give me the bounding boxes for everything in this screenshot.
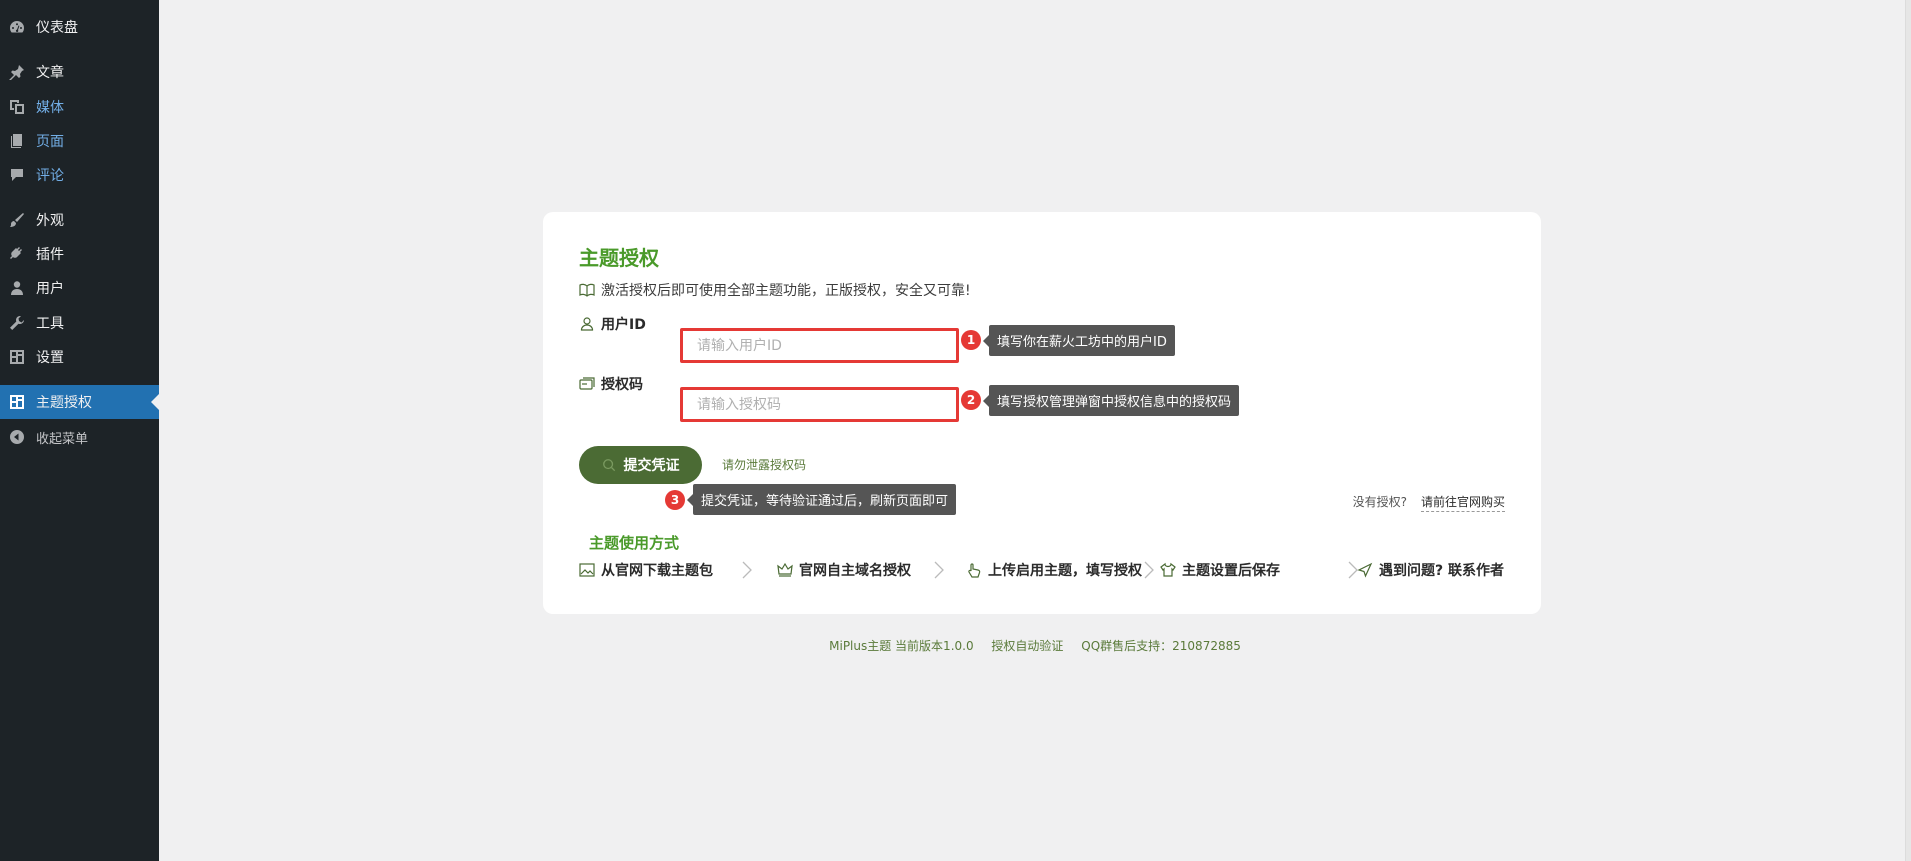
sidebar-item-label: 主题授权 <box>36 395 92 411</box>
footer-verify: 授权自动验证 <box>991 639 1064 653</box>
admin-sidebar: 仪表盘 文章 媒体 页面 评论 外观 插件 用户 工具 设置 主题授权 收起菜单 <box>0 0 159 861</box>
sidebar-item-plugins[interactable]: 插件 <box>0 237 159 271</box>
key-card-icon <box>579 377 595 390</box>
step-domain-auth: 官网自主域名授权 <box>777 558 911 582</box>
media-icon <box>8 98 26 116</box>
auth-code-label-text: 授权码 <box>601 377 643 393</box>
sidebar-item-appearance[interactable]: 外观 <box>0 203 159 237</box>
sidebar-item-theme-auth[interactable]: 主题授权 <box>0 385 159 419</box>
wrench-icon <box>8 314 26 332</box>
user-id-input[interactable] <box>680 328 959 363</box>
sidebar-item-label: 文章 <box>36 65 64 81</box>
sidebar-collapse-menu[interactable]: 收起菜单 <box>0 420 159 454</box>
auth-code-label: 授权码 <box>579 374 643 394</box>
sidebar-item-comments[interactable]: 评论 <box>0 158 159 192</box>
sidebar-item-media[interactable]: 媒体 <box>0 90 159 124</box>
annotation-badge-1: 1 <box>961 330 981 350</box>
sidebar-item-label: 插件 <box>36 247 64 263</box>
sidebar-item-pages[interactable]: 页面 <box>0 124 159 158</box>
scrollbar[interactable] <box>1905 0 1911 861</box>
usage-steps: 从官网下载主题包 官网自主域名授权 上传启用主题，填写授权 主题设置后保存 遇到… <box>579 558 1505 582</box>
sidebar-item-label: 外观 <box>36 213 64 229</box>
annotation-tip-2: 填写授权管理弹窗中授权信息中的授权码 <box>982 385 1240 416</box>
chevron-right-icon <box>742 561 752 579</box>
step-label: 官网自主域名授权 <box>799 563 911 579</box>
step-contact-author[interactable]: 遇到问题? 联系作者 <box>1357 558 1504 582</box>
chevron-right-icon <box>1144 561 1154 579</box>
sidebar-item-label: 设置 <box>36 350 64 366</box>
sidebar-item-label: 页面 <box>36 134 64 150</box>
sidebar-item-label: 工具 <box>36 316 64 332</box>
plugin-icon <box>8 245 26 263</box>
dashboard-icon <box>8 18 26 36</box>
book-icon <box>579 283 595 297</box>
step-label: 主题设置后保存 <box>1182 563 1280 579</box>
step-save-settings: 主题设置后保存 <box>1160 558 1280 582</box>
collapse-icon <box>8 428 26 446</box>
settings-icon <box>8 348 26 366</box>
shirt-icon <box>1160 562 1176 577</box>
annotation-badge-2: 2 <box>961 390 981 410</box>
annotation-tip-3: 提交凭证，等待验证通过后，刷新页面即可 <box>686 484 957 515</box>
sidebar-item-posts[interactable]: 文章 <box>0 55 159 89</box>
theme-auth-icon <box>8 393 26 411</box>
comment-icon <box>8 166 26 184</box>
sidebar-item-users[interactable]: 用户 <box>0 271 159 305</box>
card-subtitle: 激活授权后即可使用全部主题功能，正版授权，安全又可靠! <box>579 280 971 300</box>
sidebar-item-label: 收起菜单 <box>36 431 89 447</box>
usage-title: 主题使用方式 <box>589 534 680 552</box>
image-icon <box>579 563 595 577</box>
theme-auth-card: 主题授权 激活授权后即可使用全部主题功能，正版授权，安全又可靠! 用户ID 1 … <box>543 212 1541 614</box>
brush-icon <box>8 211 26 229</box>
subtitle-text: 激活授权后即可使用全部主题功能，正版授权，安全又可靠! <box>601 283 971 299</box>
page-title: 主题授权 <box>579 246 659 270</box>
step-label: 上传启用主题，填写授权 <box>988 563 1142 579</box>
sidebar-item-label: 媒体 <box>36 100 64 116</box>
step-label: 遇到问题? 联系作者 <box>1379 563 1504 579</box>
user-outline-icon <box>580 317 594 331</box>
annotation-tip-1: 填写你在薪火工坊中的用户ID <box>983 325 1175 356</box>
sidebar-item-tools[interactable]: 工具 <box>0 306 159 340</box>
search-icon <box>602 459 615 472</box>
step-label: 从官网下载主题包 <box>601 563 713 579</box>
sidebar-item-label: 评论 <box>36 168 64 184</box>
sidebar-item-settings[interactable]: 设置 <box>0 340 159 374</box>
send-icon <box>1357 562 1373 578</box>
footer-support: QQ群售后支持：210872885 <box>1081 639 1241 653</box>
footer: MiPlus主题 当前版本1.0.0 授权自动验证 QQ群售后支持：210872… <box>0 637 1911 654</box>
submit-credentials-button[interactable]: 提交凭证 <box>579 446 702 484</box>
buy-link[interactable]: 请前往官网购买 <box>1420 493 1505 512</box>
submit-label: 提交凭证 <box>623 458 680 474</box>
user-id-label: 用户ID <box>579 314 646 334</box>
footer-version: MiPlus主题 当前版本1.0.0 <box>829 639 974 653</box>
chevron-right-icon <box>934 561 944 579</box>
hand-pointer-icon <box>968 563 981 578</box>
sidebar-item-label: 仪表盘 <box>36 20 78 36</box>
sidebar-item-label: 用户 <box>36 281 64 297</box>
page-icon <box>8 132 26 150</box>
step-upload-theme: 上传启用主题，填写授权 <box>966 558 1142 582</box>
warning-text: 请勿泄露授权码 <box>722 458 807 472</box>
no-auth-text: 没有授权? <box>1352 495 1407 509</box>
user-icon <box>8 279 26 297</box>
sidebar-item-dashboard[interactable]: 仪表盘 <box>0 10 159 44</box>
step-download: 从官网下载主题包 <box>579 558 713 582</box>
user-id-label-text: 用户ID <box>601 317 646 333</box>
crown-icon <box>777 562 793 577</box>
auth-code-input[interactable] <box>680 387 959 422</box>
annotation-badge-3: 3 <box>665 490 685 510</box>
pin-icon <box>8 63 26 81</box>
